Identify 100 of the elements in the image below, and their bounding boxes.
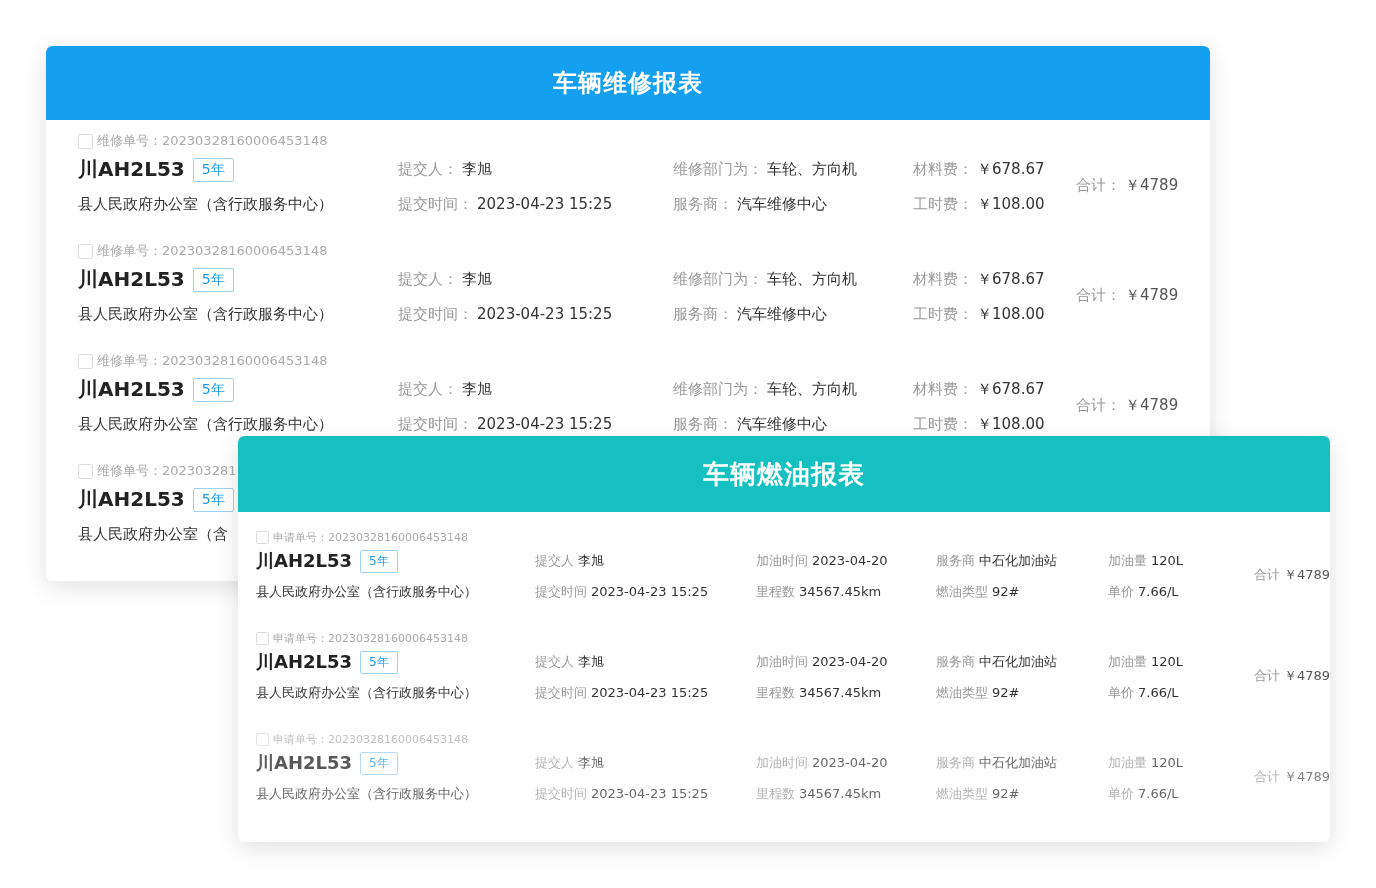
field-label: 提交时间： bbox=[398, 415, 473, 433]
checkbox[interactable] bbox=[256, 632, 269, 645]
age-tag: 5年 bbox=[192, 487, 234, 512]
field-label: 单价 bbox=[1108, 584, 1134, 599]
field-label: 提交人 bbox=[535, 654, 574, 669]
plate-number: 川AH2L53 bbox=[78, 376, 185, 403]
field-value: 34567.45km bbox=[799, 584, 882, 599]
field-value: ￥678.67 bbox=[977, 380, 1045, 398]
field-label: 加油量 bbox=[1108, 755, 1147, 770]
field-value: 120L bbox=[1151, 654, 1184, 669]
checkbox[interactable] bbox=[78, 353, 93, 369]
age-tag: 5年 bbox=[192, 377, 234, 402]
total-value: ￥4789 bbox=[1125, 285, 1179, 304]
field-value: 李旭 bbox=[578, 755, 604, 770]
field-label: 服务商 bbox=[936, 654, 975, 669]
order-number: 维修单号：20230328160006453148 bbox=[97, 242, 328, 260]
field-value: ￥108.00 bbox=[977, 195, 1045, 213]
field-value: 2023-04-20 bbox=[812, 755, 888, 770]
field-value: 李旭 bbox=[462, 270, 492, 288]
field-label: 里程数 bbox=[756, 584, 795, 599]
field-label: 工时费： bbox=[913, 305, 973, 323]
report-title: 车辆维修报表 bbox=[46, 46, 1210, 120]
field-value: 92# bbox=[992, 685, 1020, 700]
field-label: 工时费： bbox=[913, 415, 973, 433]
field-label: 服务商 bbox=[936, 553, 975, 568]
field-label: 提交时间 bbox=[535, 685, 587, 700]
organization: 县人民政府办公室（含行政服务中心） bbox=[78, 415, 333, 434]
field-value: 李旭 bbox=[578, 654, 604, 669]
field-label: 提交人 bbox=[535, 553, 574, 568]
field-value: 2023-04-23 15:25 bbox=[591, 786, 709, 801]
total-value: ￥4789 bbox=[1283, 668, 1330, 683]
field-label: 服务商： bbox=[673, 195, 733, 213]
field-label: 加油时间 bbox=[756, 755, 808, 770]
total-label: 合计 bbox=[1253, 668, 1280, 683]
age-tag: 5年 bbox=[192, 267, 234, 292]
report-title: 车辆燃油报表 bbox=[238, 436, 1330, 512]
field-label: 提交时间 bbox=[535, 584, 587, 599]
field-value: ￥108.00 bbox=[977, 415, 1045, 433]
total-label: 合计 bbox=[1253, 567, 1280, 582]
field-label: 维修部门为： bbox=[673, 270, 763, 288]
checkbox[interactable] bbox=[256, 733, 269, 746]
field-value: 中石化加油站 bbox=[979, 553, 1057, 568]
plate-number: 川AH2L53 bbox=[78, 156, 185, 183]
field-value: 120L bbox=[1151, 553, 1184, 568]
order-number: 维修单号：20230328160006453148 bbox=[97, 352, 328, 370]
field-label: 加油量 bbox=[1108, 553, 1147, 568]
field-label: 加油量 bbox=[1108, 654, 1147, 669]
organization: 县人民政府办公室（含行政服务中心） bbox=[78, 305, 333, 324]
total-value: ￥4789 bbox=[1283, 769, 1330, 784]
age-tag: 5年 bbox=[360, 650, 398, 674]
plate-number: 川AH2L53 bbox=[256, 650, 353, 674]
field-value: 2023-04-20 bbox=[812, 654, 888, 669]
field-value: 汽车维修中心 bbox=[737, 305, 827, 323]
field-label: 燃油类型 bbox=[936, 584, 988, 599]
field-label: 服务商： bbox=[673, 415, 733, 433]
field-value: 2023-04-23 15:25 bbox=[591, 584, 709, 599]
field-value: ￥678.67 bbox=[977, 160, 1045, 178]
total-label: 合计： bbox=[1076, 285, 1121, 304]
field-label: 维修部门为： bbox=[673, 380, 763, 398]
checkbox[interactable] bbox=[78, 463, 93, 479]
field-label: 提交人： bbox=[398, 380, 458, 398]
field-label: 单价 bbox=[1108, 685, 1134, 700]
total-value: ￥4789 bbox=[1125, 395, 1179, 414]
field-label: 材料费： bbox=[913, 380, 973, 398]
field-value: 2023-04-23 15:25 bbox=[591, 685, 709, 700]
field-label: 加油时间 bbox=[756, 553, 808, 568]
total-label: 合计 bbox=[1253, 769, 1280, 784]
organization: 县人民政府办公室（含行政服务中心） bbox=[256, 785, 477, 803]
field-value: 李旭 bbox=[462, 160, 492, 178]
organization: 县人民政府办公室（含 bbox=[78, 525, 228, 544]
field-label: 工时费： bbox=[913, 195, 973, 213]
checkbox[interactable] bbox=[256, 531, 269, 544]
total-label: 合计： bbox=[1076, 175, 1121, 194]
field-value: 7.66/L bbox=[1138, 584, 1179, 599]
field-label: 维修部门为： bbox=[673, 160, 763, 178]
total-value: ￥4789 bbox=[1125, 175, 1179, 194]
field-label: 提交时间 bbox=[535, 786, 587, 801]
field-label: 提交人： bbox=[398, 160, 458, 178]
field-value: 李旭 bbox=[462, 380, 492, 398]
field-value: 2023-04-20 bbox=[812, 553, 888, 568]
field-value: 7.66/L bbox=[1138, 786, 1179, 801]
order-number: 维修单号：202303281 bbox=[97, 462, 237, 480]
field-value: 120L bbox=[1151, 755, 1184, 770]
field-label: 加油时间 bbox=[756, 654, 808, 669]
field-label: 里程数 bbox=[756, 685, 795, 700]
order-number: 维修单号：20230328160006453148 bbox=[97, 132, 328, 150]
field-value: 2023-04-23 15:25 bbox=[477, 195, 613, 213]
plate-number: 川AH2L53 bbox=[78, 266, 185, 293]
plate-number: 川AH2L53 bbox=[78, 486, 185, 513]
order-number: 申请单号：20230328160006453148 bbox=[273, 631, 468, 646]
checkbox[interactable] bbox=[78, 243, 93, 259]
field-label: 服务商 bbox=[936, 755, 975, 770]
field-label: 燃油类型 bbox=[936, 786, 988, 801]
field-value: 7.66/L bbox=[1138, 685, 1179, 700]
field-label: 服务商： bbox=[673, 305, 733, 323]
checkbox[interactable] bbox=[78, 133, 93, 149]
age-tag: 5年 bbox=[360, 751, 398, 775]
field-label: 单价 bbox=[1108, 786, 1134, 801]
field-value: 中石化加油站 bbox=[979, 654, 1057, 669]
field-label: 里程数 bbox=[756, 786, 795, 801]
